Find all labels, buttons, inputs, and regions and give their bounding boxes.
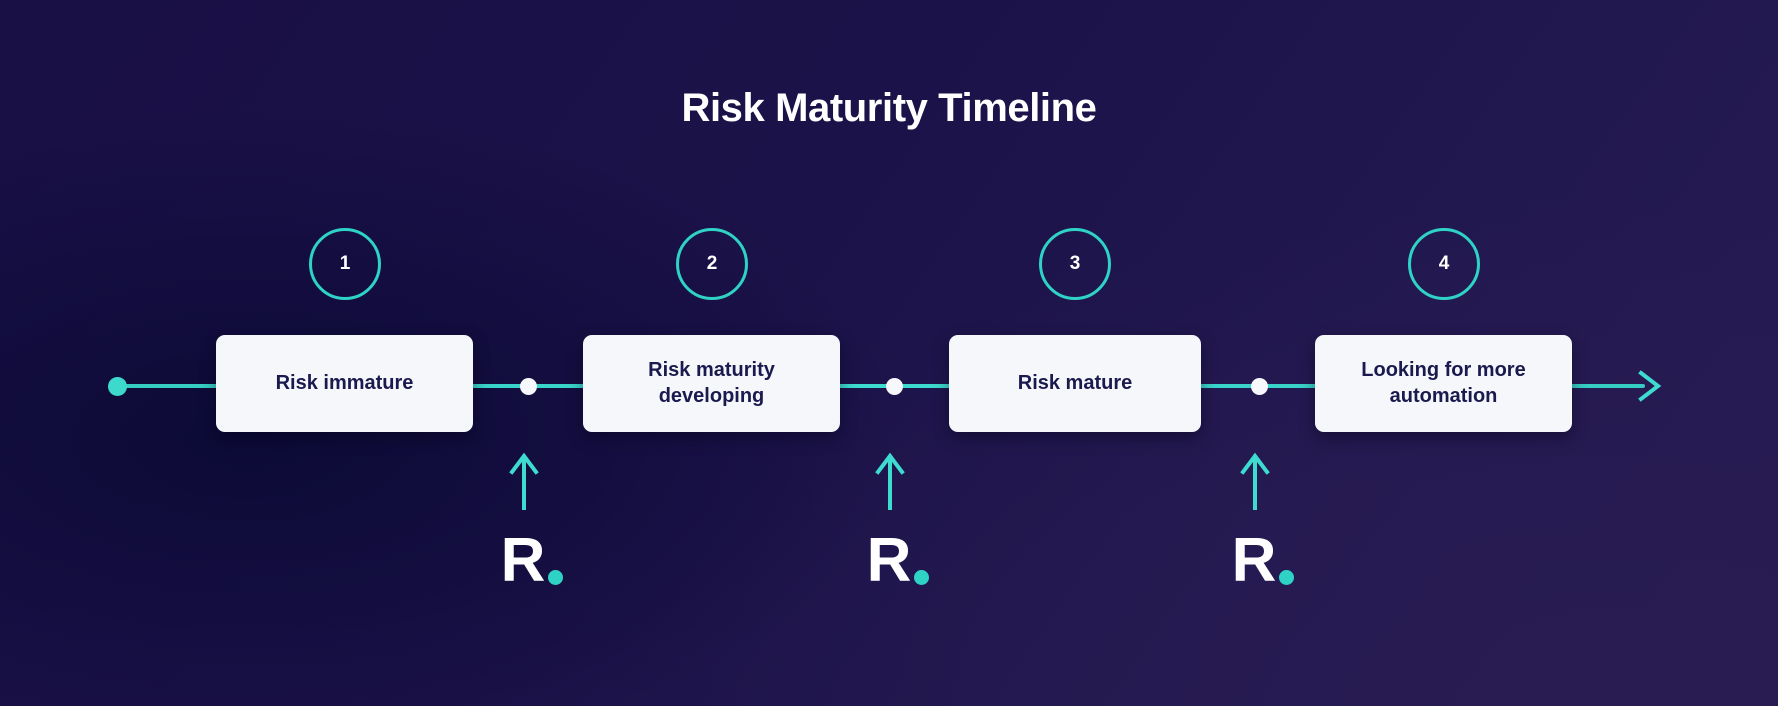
step-number-label: 1 — [339, 253, 351, 274]
brand-logo-dot-icon — [1279, 570, 1295, 585]
timeline-step-2: 2 Risk maturity developing — [583, 0, 840, 706]
step-card-4[interactable]: Looking for more automation — [1315, 335, 1572, 432]
timeline-diagram: Risk Maturity Timeline 1 Risk immature 2… — [0, 0, 1778, 706]
step-card-2[interactable]: Risk maturity developing — [583, 335, 840, 432]
timeline-start-dot — [108, 377, 127, 396]
brand-marker-2: R — [838, 0, 958, 706]
step-number-circle-4: 4 — [1408, 228, 1480, 300]
arrow-up-icon — [874, 452, 906, 510]
step-number-circle-3: 3 — [1039, 228, 1111, 300]
step-card-label: Risk mature — [1017, 371, 1133, 394]
brand-logo: R — [838, 530, 958, 592]
brand-marker-1: R — [472, 0, 592, 706]
timeline-step-1: 1 Risk immature — [216, 0, 473, 706]
step-card-1[interactable]: Risk immature — [216, 335, 473, 432]
brand-logo-letter: R — [866, 526, 912, 595]
timeline-step-4: 4 Looking for more automation — [1315, 0, 1572, 706]
brand-marker-3: R — [1203, 0, 1323, 706]
brand-logo-dot-icon — [914, 570, 930, 585]
step-number-label: 3 — [1069, 253, 1081, 274]
brand-logo: R — [1203, 530, 1323, 592]
step-card-label: Looking for more automation — [1361, 358, 1526, 407]
brand-logo-letter: R — [1231, 526, 1277, 595]
step-number-circle-2: 2 — [676, 228, 748, 300]
brand-logo-letter: R — [500, 526, 546, 595]
step-card-label: Risk maturity developing — [648, 358, 775, 407]
arrow-right-icon — [1638, 368, 1664, 404]
arrow-up-icon — [508, 452, 540, 510]
step-card-label: Risk immature — [275, 371, 414, 394]
step-card-3[interactable]: Risk mature — [949, 335, 1201, 432]
step-number-label: 2 — [706, 253, 718, 274]
brand-logo-dot-icon — [548, 570, 564, 585]
arrow-up-icon — [1239, 452, 1271, 510]
timeline-step-3: 3 Risk mature — [949, 0, 1201, 706]
step-number-label: 4 — [1438, 253, 1450, 274]
step-number-circle-1: 1 — [309, 228, 381, 300]
brand-logo: R — [472, 530, 592, 592]
